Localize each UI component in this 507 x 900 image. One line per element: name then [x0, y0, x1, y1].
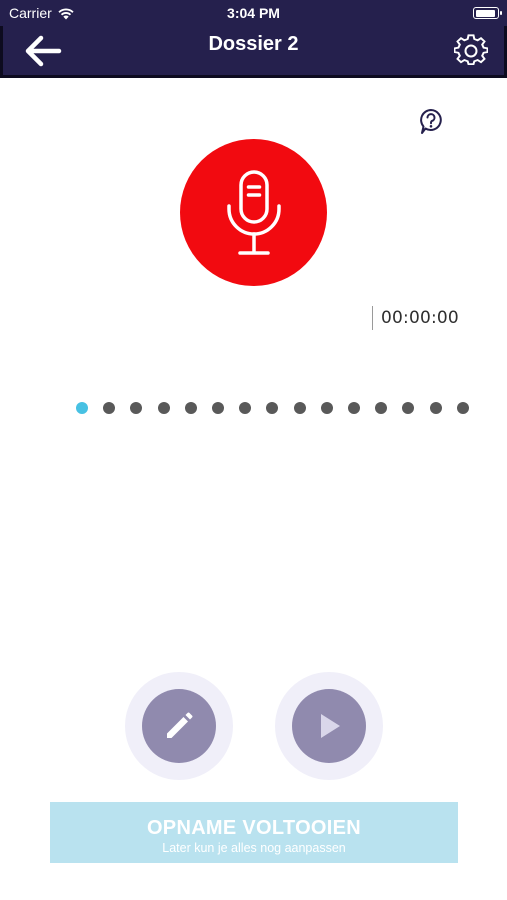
play-button-ring — [275, 672, 383, 780]
page-dot — [293, 402, 306, 414]
help-button[interactable] — [417, 107, 445, 137]
page-dot — [239, 402, 252, 414]
page-dot — [456, 402, 469, 414]
status-time: 3:04 PM — [227, 5, 280, 21]
gear-icon — [453, 34, 489, 66]
page-dot — [320, 402, 333, 414]
page-dot — [375, 402, 388, 414]
recording-timer: 00:00:00 — [372, 306, 459, 330]
edit-button-ring — [125, 672, 233, 780]
page-dot — [184, 402, 197, 414]
page-dot — [266, 402, 279, 414]
page-dot-active — [76, 402, 88, 414]
page-dot — [429, 402, 442, 414]
record-button[interactable] — [180, 139, 327, 286]
page-indicator — [0, 402, 507, 416]
play-icon — [321, 714, 340, 738]
page-dot — [103, 402, 116, 414]
page-dot — [348, 402, 360, 414]
page-dot — [212, 402, 224, 414]
page-dot — [402, 402, 415, 414]
nav-bar: Dossier 2 — [0, 26, 507, 78]
settings-button[interactable] — [453, 34, 490, 70]
pencil-icon — [167, 712, 193, 738]
page-dot — [157, 402, 170, 414]
page-dot — [130, 402, 143, 414]
finish-recording-button[interactable]: OPNAME VOLTOOIEN Later kun je alles nog … — [50, 802, 458, 863]
finish-button-subtitle: Later kun je alles nog aanpassen — [162, 841, 346, 855]
status-bar: Carrier 3:04 PM — [0, 0, 507, 26]
edit-button[interactable] — [142, 689, 216, 763]
finish-button-title: OPNAME VOLTOOIEN — [146, 817, 362, 839]
battery-icon — [473, 7, 502, 19]
microphone-icon — [226, 169, 281, 255]
page-title: Dossier 2 — [208, 33, 299, 55]
question-bubble-icon — [420, 109, 442, 134]
play-button[interactable] — [292, 689, 366, 763]
